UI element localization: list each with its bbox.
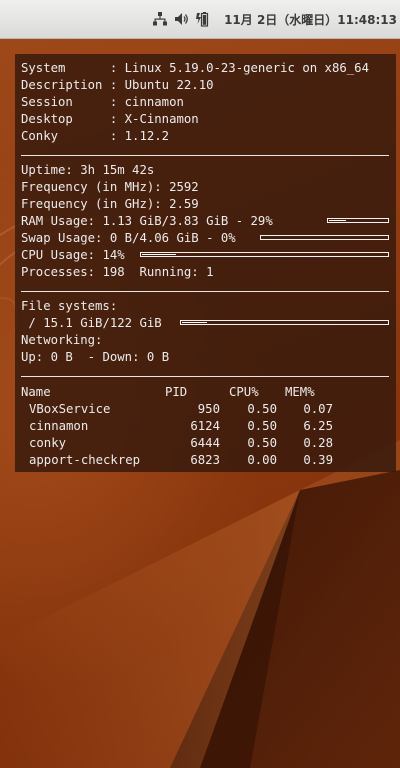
session-value: cinnamon (124, 95, 184, 109)
network-icon[interactable] (152, 11, 168, 27)
up-label: Up: (21, 350, 44, 364)
freq-mhz-label: Frequency (in MHz): (21, 180, 162, 194)
filesystem-usage-bar-fill (182, 322, 207, 323)
process-mem: 0.28 (303, 436, 333, 450)
ram-row: RAM Usage: 1.13 GiB/3.83 GiB - 29% (21, 213, 273, 230)
swap-label: Swap Usage: (21, 231, 103, 245)
uptime-label: Uptime: (21, 163, 73, 177)
process-mem: 0.07 (303, 402, 333, 416)
freq-mhz-value: 2592 (169, 180, 199, 194)
process-pid: 6444 (190, 436, 220, 450)
conky-value: 1.12.2 (124, 129, 170, 143)
process-pid: 6124 (190, 419, 220, 433)
session-row: Session : cinnamon (21, 95, 184, 109)
desktop-value: X-Cinnamon (124, 112, 199, 126)
process-name: conky (29, 436, 67, 450)
ram-usage-bar (327, 218, 389, 223)
process-mem: 0.39 (303, 453, 333, 467)
freq-ghz-label: Frequency (in GHz): (21, 197, 162, 211)
freq-mhz-row: Frequency (in MHz): 2592 (21, 179, 199, 196)
cpu-usage-bar (140, 252, 389, 257)
process-name: VBoxService (29, 402, 111, 416)
network-traffic-row: Up: 0 B - Down: 0 B (21, 349, 169, 366)
process-name: apport-checkrep (29, 453, 141, 467)
processes-value: 198 (102, 265, 125, 279)
filesystem-root-row: / 15.1 GiB/122 GiB (21, 315, 162, 332)
uptime-value: 3h 15m 42s (80, 163, 155, 177)
header-cpu: CPU% (229, 385, 259, 399)
divider (21, 376, 389, 377)
networking-heading: Networking: (21, 333, 103, 347)
filesystem-usage-bar (180, 320, 389, 325)
desktop-label: Desktop (21, 112, 103, 126)
desktop-row: Desktop : X-Cinnamon (21, 112, 199, 126)
conky-label: Conky (21, 129, 103, 143)
ram-usage-bar-fill (329, 220, 346, 221)
header-name: Name (21, 385, 51, 399)
down-value: 0 B (146, 350, 170, 364)
description-row: Description : Ubuntu 22.10 (21, 78, 214, 92)
process-cpu: 0.50 (247, 419, 277, 433)
cpu-value: 14% (102, 248, 125, 262)
mount-point: / (28, 316, 36, 330)
uptime-row: Uptime: 3h 15m 42s (21, 162, 154, 179)
clock[interactable]: 11月 2日（水曜日）11:48:13 (224, 11, 397, 28)
description-label: Description (21, 78, 103, 92)
swap-usage-bar (260, 235, 389, 240)
filesystems-heading: File systems: (21, 299, 118, 313)
system-value: Linux 5.19.0-23-generic on x86_64 (124, 61, 369, 75)
swap-row: Swap Usage: 0 B/4.06 GiB - 0% (21, 230, 236, 247)
running-value: 1 (206, 265, 214, 279)
system-row: System : Linux 5.19.0-23-generic on x86_… (21, 61, 369, 75)
processes-label: Processes: (21, 265, 96, 279)
processes-row: Processes: 198 Running: 1 (21, 264, 214, 281)
ram-value: 1.13 GiB/3.83 GiB - 29% (102, 214, 273, 228)
cpu-usage-bar-fill (142, 254, 176, 255)
process-pid: 950 (197, 402, 220, 416)
description-value: Ubuntu 22.10 (124, 78, 214, 92)
conky-version-row: Conky : 1.12.2 (21, 129, 170, 143)
ram-label: RAM Usage: (21, 214, 96, 228)
header-pid: PID (165, 385, 188, 399)
top-panel: 11月 2日（水曜日）11:48:13 (0, 0, 400, 39)
cpu-label: CPU Usage: (21, 248, 96, 262)
divider (21, 155, 389, 156)
battery-icon[interactable] (196, 11, 210, 27)
down-label: - Down: (87, 350, 140, 364)
volume-icon[interactable] (174, 11, 190, 27)
process-cpu: 0.50 (247, 436, 277, 450)
running-label: Running: (139, 265, 199, 279)
system-tray: 11月 2日（水曜日）11:48:13 (152, 10, 397, 28)
cpu-row: CPU Usage: 14% (21, 247, 125, 264)
process-mem: 6.25 (303, 419, 333, 433)
header-mem: MEM% (285, 385, 315, 399)
process-name: cinnamon (29, 419, 89, 433)
divider (21, 291, 389, 292)
freq-ghz-row: Frequency (in GHz): 2.59 (21, 196, 199, 213)
swap-value: 0 B/4.06 GiB - 0% (109, 231, 236, 245)
conky-panel: System : Linux 5.19.0-23-generic on x86_… (15, 54, 396, 472)
filesystem-value: 15.1 GiB/122 GiB (43, 316, 162, 330)
process-cpu: 0.00 (247, 453, 277, 467)
system-label: System (21, 61, 103, 75)
session-label: Session (21, 95, 103, 109)
freq-ghz-value: 2.59 (169, 197, 199, 211)
process-cpu: 0.50 (247, 402, 277, 416)
up-value: 0 B (50, 350, 73, 364)
process-pid: 6823 (190, 453, 220, 467)
